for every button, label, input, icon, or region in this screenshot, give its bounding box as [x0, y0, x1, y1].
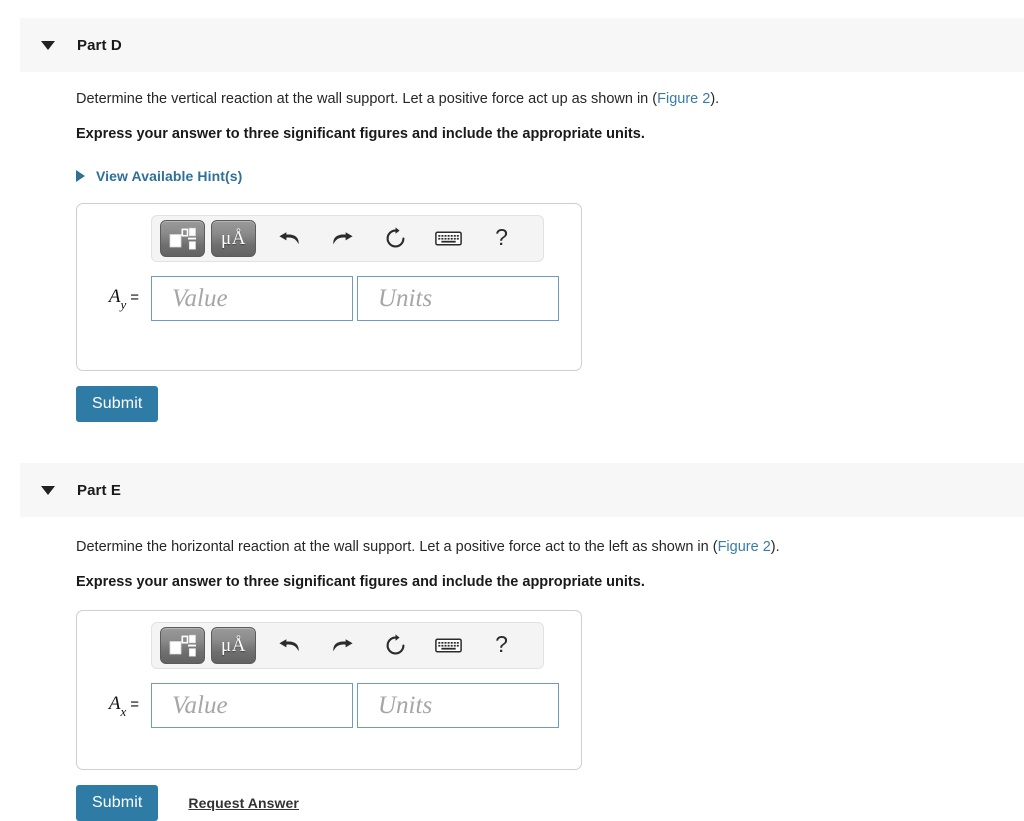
part-d-value-input[interactable]: Value — [151, 276, 353, 321]
part-d-input-row: Ay = Value Units — [77, 276, 559, 321]
part-e-variable-label: Ax = — [77, 693, 151, 719]
part-d-equals-sign: = — [130, 289, 139, 307]
part-e-title: Part E — [77, 481, 121, 499]
units-palette-button[interactable]: μÅ — [211, 220, 256, 257]
part-d-prompt-text-2: ). — [710, 91, 720, 107]
part-e-variable-subscript: x — [120, 703, 127, 719]
part-d-prompt: Determine the vertical reaction at the w… — [76, 90, 719, 108]
part-d-answer-panel: μÅ ? Ay = Value Units — [76, 203, 582, 371]
figure-2-link[interactable]: Figure 2 — [718, 539, 771, 555]
keyboard-icon[interactable] — [429, 627, 468, 664]
chevron-right-icon — [76, 170, 85, 182]
part-e-prompt-text-1: Determine the horizontal reaction at the… — [76, 539, 718, 555]
part-e-variable-name: A — [108, 693, 121, 715]
part-e-prompt: Determine the horizontal reaction at the… — [76, 538, 780, 556]
reset-icon[interactable] — [376, 627, 415, 664]
help-icon[interactable]: ? — [482, 220, 521, 257]
part-e-units-input[interactable]: Units — [357, 683, 559, 728]
part-d-instruction: Express your answer to three significant… — [76, 126, 645, 142]
part-e-request-answer-link[interactable]: Request Answer — [188, 795, 299, 811]
part-e-submit-button[interactable]: Submit — [76, 785, 159, 821]
part-e-value-placeholder: Value — [172, 691, 228, 719]
undo-icon[interactable] — [270, 220, 309, 257]
part-e-action-row: Submit Request Answer — [76, 785, 299, 821]
part-d-value-placeholder: Value — [172, 284, 228, 312]
reset-icon[interactable] — [376, 220, 415, 257]
math-template-button[interactable] — [160, 220, 205, 257]
part-d-submit-button[interactable]: Submit — [76, 386, 159, 422]
part-d-variable-name: A — [108, 286, 121, 308]
help-icon[interactable]: ? — [482, 627, 521, 664]
part-d-variable-subscript: y — [120, 296, 127, 312]
keyboard-icon[interactable] — [429, 220, 468, 257]
redo-icon[interactable] — [323, 627, 362, 664]
part-d-units-input[interactable]: Units — [357, 276, 559, 321]
part-d-variable-label: Ay = — [77, 286, 151, 312]
units-palette-label: μÅ — [221, 635, 246, 656]
part-e-equals-sign: = — [130, 696, 139, 714]
part-d-action-row: Submit — [76, 386, 159, 422]
chevron-down-icon[interactable] — [41, 40, 55, 50]
part-e-value-input[interactable]: Value — [151, 683, 353, 728]
part-e-prompt-text-2: ). — [770, 539, 780, 555]
part-e-units-placeholder: Units — [378, 691, 433, 719]
part-d-header[interactable]: Part D — [20, 18, 1024, 72]
part-e-toolbar: μÅ ? — [151, 622, 544, 669]
undo-icon[interactable] — [270, 627, 309, 664]
math-template-button[interactable] — [160, 627, 205, 664]
part-d-hints-label: View Available Hint(s) — [96, 168, 243, 184]
part-e-input-row: Ax = Value Units — [77, 683, 559, 728]
chevron-down-icon[interactable] — [41, 485, 55, 495]
units-palette-label: μÅ — [221, 228, 246, 249]
part-e-header[interactable]: Part E — [20, 463, 1024, 517]
figure-2-link[interactable]: Figure 2 — [657, 91, 710, 107]
part-d-title: Part D — [77, 36, 122, 54]
part-d-prompt-text-1: Determine the vertical reaction at the w… — [76, 91, 658, 107]
part-d-toolbar: μÅ ? — [151, 215, 544, 262]
units-palette-button[interactable]: μÅ — [211, 627, 256, 664]
part-d-view-hints[interactable]: View Available Hint(s) — [76, 168, 242, 184]
part-d-units-placeholder: Units — [378, 284, 433, 312]
part-e-instruction: Express your answer to three significant… — [76, 574, 645, 590]
part-e-answer-panel: μÅ ? Ax = Value Units — [76, 610, 582, 770]
redo-icon[interactable] — [323, 220, 362, 257]
